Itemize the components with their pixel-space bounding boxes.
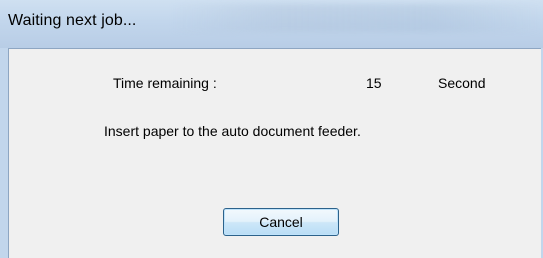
instruction-message: Insert paper to the auto document feeder… [104,123,361,139]
time-remaining-label: Time remaining : [113,75,217,91]
time-unit-label: Second [438,75,486,91]
waiting-dialog-window: Waiting next job... Time remaining : 15 … [0,0,543,258]
time-remaining-value: 15 [366,75,382,91]
title-bar[interactable]: Waiting next job... [0,0,543,48]
cancel-button[interactable]: Cancel [223,208,339,236]
window-title: Waiting next job... [8,12,137,29]
window-frame-left [0,48,8,258]
